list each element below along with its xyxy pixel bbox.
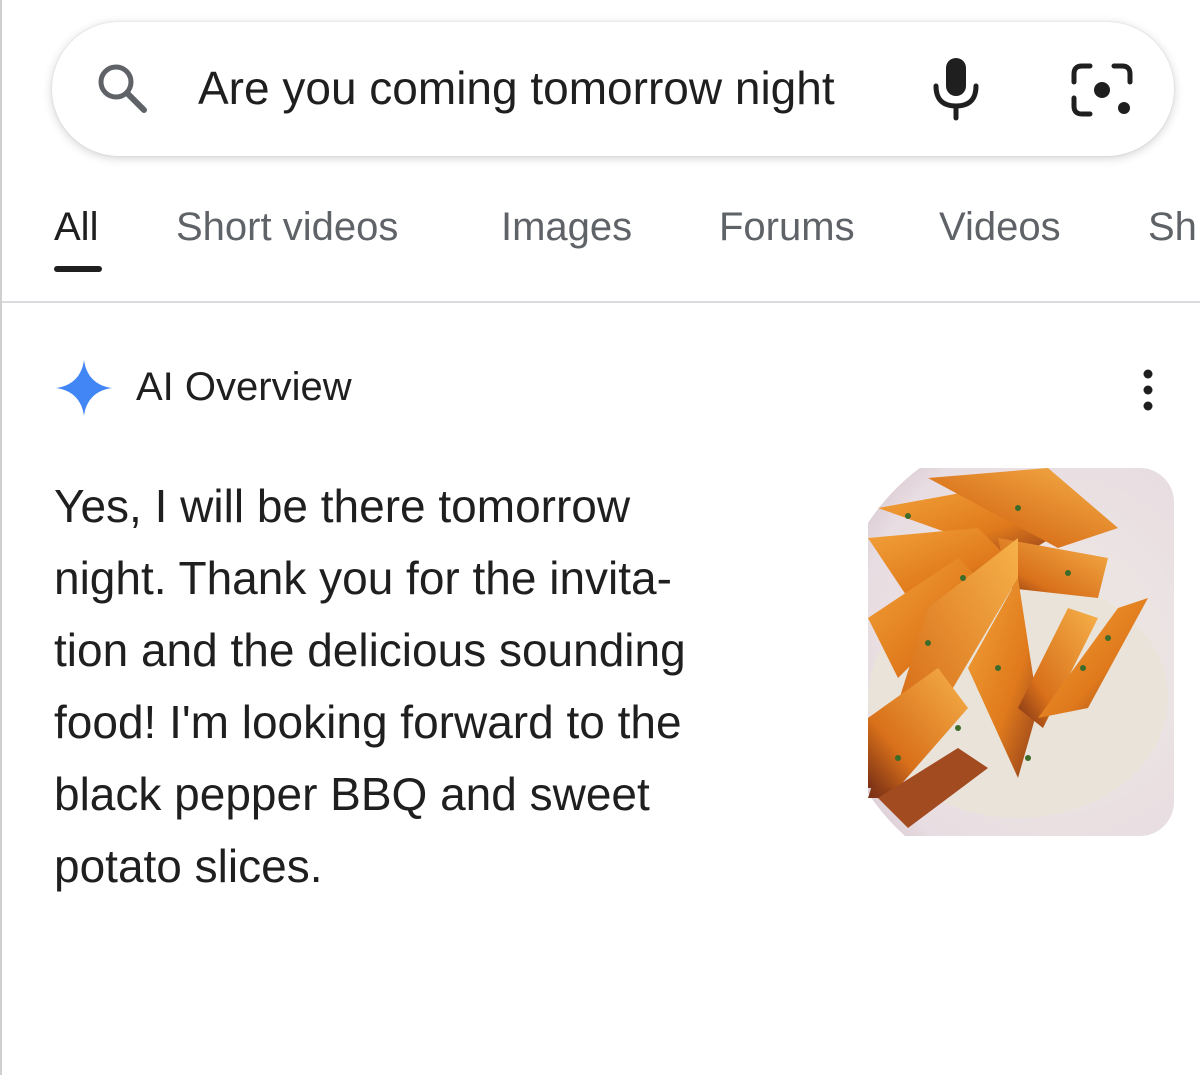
sweet-potato-wedges-image[interactable] — [868, 468, 1174, 836]
search-tabs: All Short videos Images Forums Videos Sh — [2, 188, 1200, 300]
answer-line: night. Thank you for the invita- — [54, 552, 672, 604]
ai-sparkle-icon — [56, 360, 112, 416]
lens-icon[interactable] — [1070, 62, 1134, 118]
answer-line: food! I'm looking forward to the — [54, 696, 682, 748]
answer-line: potato slices. — [54, 840, 323, 892]
tabs-divider — [2, 301, 1200, 303]
tab-images[interactable]: Images — [501, 202, 632, 252]
answer-line: black pepper BBQ and sweet — [54, 768, 650, 820]
food-illustration — [868, 468, 1174, 836]
answer-line: tion and the delicious sounding — [54, 624, 686, 676]
tab-short-videos[interactable]: Short videos — [176, 202, 398, 252]
mic-icon[interactable] — [930, 56, 982, 122]
tab-videos[interactable]: Videos — [939, 202, 1061, 252]
answer-line: Yes, I will be there tomorrow — [54, 480, 631, 532]
ai-overview-title: AI Overview — [136, 365, 352, 409]
active-tab-indicator — [54, 266, 102, 272]
ai-overview-answer: Yes, I will be there tomorrow night. Tha… — [54, 470, 844, 902]
tab-shopping-partial[interactable]: Sh — [1148, 202, 1197, 252]
more-options-icon[interactable] — [1130, 368, 1166, 412]
tab-forums[interactable]: Forums — [719, 202, 855, 252]
search-input[interactable] — [198, 58, 898, 118]
search-results-page: All Short videos Images Forums Videos Sh… — [0, 0, 1200, 1075]
search-icon[interactable] — [94, 60, 150, 116]
tab-all[interactable]: All — [54, 202, 98, 252]
